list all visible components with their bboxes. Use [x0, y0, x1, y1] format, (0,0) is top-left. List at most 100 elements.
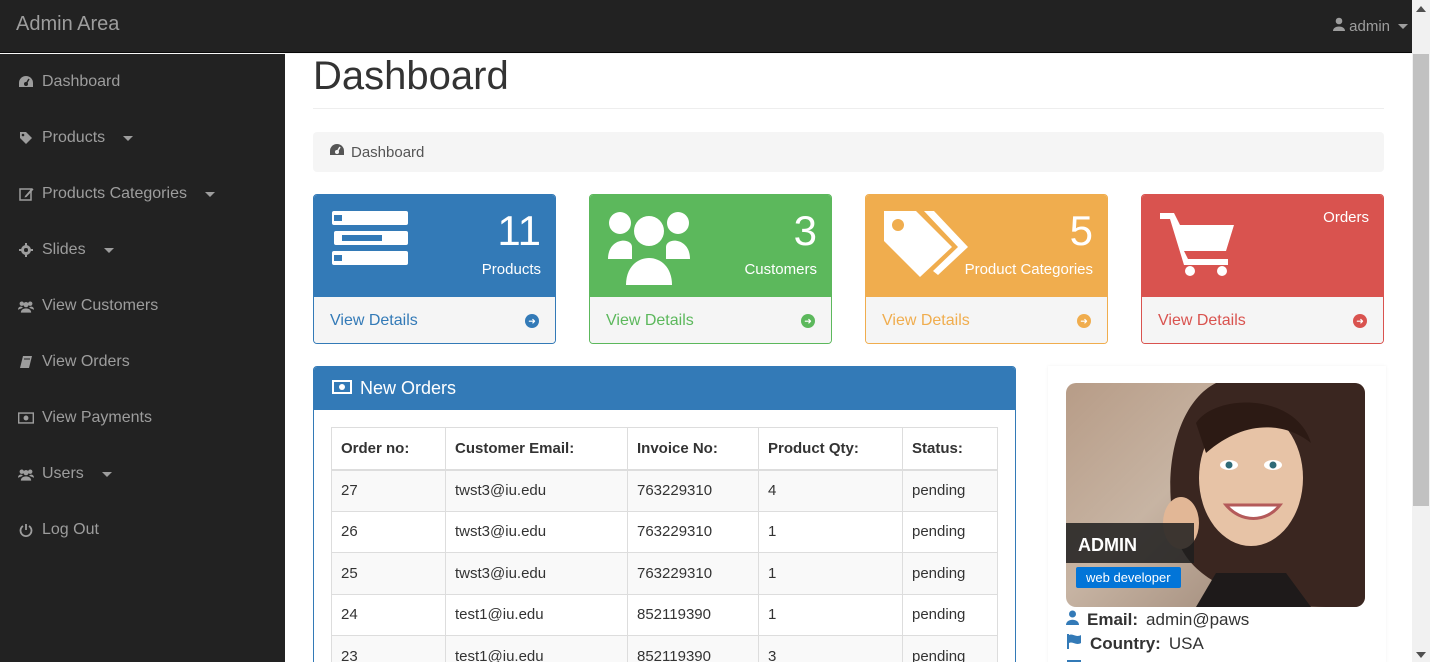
table-cell: 27 — [331, 469, 446, 512]
view-details-label: View Details — [330, 312, 418, 329]
sidebar-item-view-payments[interactable]: View Payments — [0, 390, 285, 446]
brand-title[interactable]: Admin Area — [16, 13, 119, 36]
table-cell: pending — [902, 635, 998, 662]
view-details-link[interactable]: View Details ➜ — [590, 297, 831, 343]
card-label: Products — [481, 261, 541, 278]
orders-table: Order no: Customer Email: Invoice No: Pr… — [331, 427, 998, 662]
profile-email: Email: admin@paws — [1066, 610, 1249, 630]
table-row[interactable]: 25 twst3@iu.edu 763229310 1 pending — [331, 552, 998, 595]
column-header[interactable]: Status: — [902, 427, 998, 471]
view-details-link[interactable]: View Details ➜ — [1142, 297, 1383, 343]
table-cell: twst3@iu.edu — [445, 510, 628, 553]
sidebar-item-label: Slides — [42, 241, 86, 258]
sidebar-item-products[interactable]: Products — [0, 110, 285, 166]
column-header[interactable]: Customer Email: — [445, 427, 628, 471]
money-icon — [332, 378, 352, 399]
user-icon — [1066, 610, 1079, 630]
orders-card: Orders View Details ➜ — [1141, 194, 1384, 344]
gear-icon — [18, 242, 34, 258]
table-row[interactable]: 23 test1@iu.edu 852119390 3 pending — [331, 635, 998, 662]
view-details-label: View Details — [1158, 312, 1246, 329]
chevron-down-icon — [204, 191, 215, 197]
card-header: Orders — [1142, 195, 1383, 297]
table-cell: 3 — [758, 635, 903, 662]
table-cell: twst3@iu.edu — [445, 552, 628, 595]
view-details-link[interactable]: View Details ➜ — [866, 297, 1107, 343]
arrow-circle-right-icon: ➜ — [801, 314, 815, 328]
sidebar-item-users[interactable]: Users — [0, 446, 285, 502]
panel-header: New Orders — [314, 367, 1015, 410]
table-cell: 852119390 — [627, 593, 759, 636]
sidebar-item-label: Products — [42, 129, 106, 146]
view-details-label: View Details — [882, 312, 970, 329]
user-menu[interactable]: admin — [1333, 17, 1408, 35]
product-categories-card: 5 Product Categories View Details ➜ — [865, 194, 1108, 344]
profile-contact-partial — [1066, 658, 1082, 662]
sidebar-item-label: View Payments — [42, 409, 152, 426]
arrow-circle-right-icon: ➜ — [1077, 314, 1091, 328]
sidebar-item-view-customers[interactable]: View Customers — [0, 278, 285, 334]
card-count: 11 — [497, 207, 541, 254]
column-header[interactable]: Invoice No: — [627, 427, 759, 471]
title-divider — [313, 108, 1384, 109]
table-cell: 1 — [758, 552, 903, 595]
table-cell: 763229310 — [627, 552, 759, 595]
dashboard-icon — [329, 143, 345, 161]
scroll-up-icon[interactable] — [1416, 6, 1426, 12]
dashboard-icon — [18, 74, 34, 90]
column-header[interactable]: Order no: — [331, 427, 446, 471]
sidebar-item-log-out[interactable]: Log Out — [0, 502, 285, 558]
breadcrumb-item: Dashboard — [351, 143, 425, 161]
table-cell: pending — [902, 510, 998, 553]
sidebar: Dashboard Products Products Categories S… — [0, 54, 285, 662]
profile-role-badge: web developer — [1076, 567, 1181, 588]
money-icon — [18, 410, 34, 426]
page-title: Dashboard — [313, 54, 509, 98]
edit-icon — [18, 186, 34, 202]
card-label: Orders — [1323, 209, 1369, 226]
column-header[interactable]: Product Qty: — [758, 427, 903, 471]
table-cell: test1@iu.edu — [445, 593, 628, 636]
breadcrumb: Dashboard — [313, 132, 1384, 172]
sidebar-item-products-categories[interactable]: Products Categories — [0, 166, 285, 222]
email-value: admin@paws — [1146, 610, 1250, 629]
products-card: 11 Products View Details ➜ — [313, 194, 556, 344]
page-scrollbar[interactable] — [1412, 0, 1430, 662]
card-header: 3 Customers — [590, 195, 831, 297]
users-icon — [18, 466, 34, 482]
sidebar-item-label: View Customers — [42, 297, 159, 314]
table-cell: 763229310 — [627, 469, 759, 512]
cart-icon — [1158, 207, 1238, 282]
scroll-thumb[interactable] — [1413, 54, 1429, 506]
list-icon — [330, 207, 410, 276]
table-cell: pending — [902, 593, 998, 636]
users-icon — [606, 207, 692, 292]
view-details-link[interactable]: View Details ➜ — [314, 297, 555, 343]
table-cell: 763229310 — [627, 510, 759, 553]
table-cell: 1 — [758, 593, 903, 636]
tag-icon — [18, 130, 34, 146]
table-row[interactable]: 27 twst3@iu.edu 763229310 4 pending — [331, 469, 998, 512]
table-cell: test1@iu.edu — [445, 635, 628, 662]
table-cell: 23 — [331, 635, 446, 662]
tags-icon — [882, 207, 968, 282]
table-cell: 25 — [331, 552, 446, 595]
table-cell: 4 — [758, 469, 903, 512]
sidebar-item-slides[interactable]: Slides — [0, 222, 285, 278]
sidebar-item-label: Products Categories — [42, 185, 187, 202]
table-row[interactable]: 24 test1@iu.edu 852119390 1 pending — [331, 593, 998, 636]
country-value: USA — [1168, 634, 1204, 653]
sidebar-item-dashboard[interactable]: Dashboard — [0, 54, 285, 110]
table-row[interactable]: 26 twst3@iu.edu 763229310 1 pending — [331, 510, 998, 553]
table-cell: pending — [902, 469, 998, 512]
flag-icon — [1066, 634, 1082, 654]
sidebar-item-view-orders[interactable]: View Orders — [0, 334, 285, 390]
card-label: Customers — [744, 261, 817, 278]
arrow-circle-right-icon: ➜ — [1353, 314, 1367, 328]
chevron-down-icon — [123, 135, 134, 141]
table-header-row: Order no: Customer Email: Invoice No: Pr… — [331, 427, 998, 471]
profile-card: ADMIN web developer Email: admin@paws Co… — [1048, 366, 1386, 662]
scroll-down-icon[interactable] — [1416, 652, 1426, 658]
profile-photo: ADMIN web developer — [1066, 383, 1365, 607]
power-icon — [18, 522, 34, 538]
